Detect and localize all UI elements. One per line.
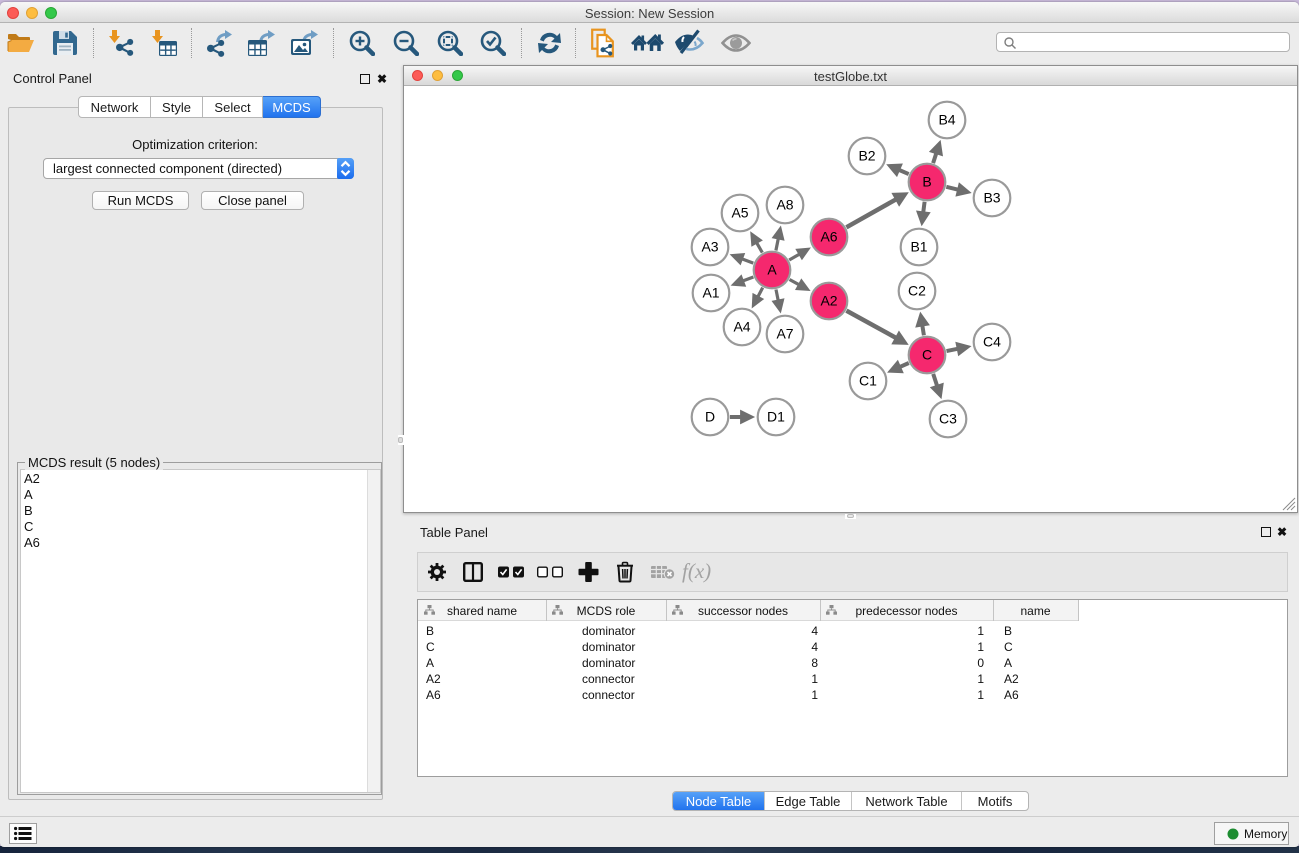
svg-text:A1: A1 — [702, 285, 719, 301]
svg-text:A: A — [767, 262, 777, 278]
svg-text:B4: B4 — [938, 112, 955, 128]
svg-text:A8: A8 — [776, 197, 793, 213]
svg-text:A4: A4 — [733, 319, 750, 335]
svg-text:C2: C2 — [908, 283, 926, 299]
svg-text:B2: B2 — [858, 148, 875, 164]
svg-text:A3: A3 — [701, 239, 718, 255]
svg-text:B: B — [922, 174, 931, 190]
svg-text:B3: B3 — [983, 190, 1000, 206]
svg-text:C1: C1 — [859, 373, 877, 389]
svg-text:A2: A2 — [820, 293, 837, 309]
svg-text:B1: B1 — [910, 239, 927, 255]
svg-text:D: D — [705, 409, 715, 425]
svg-text:C3: C3 — [939, 411, 957, 427]
svg-text:A5: A5 — [731, 205, 748, 221]
svg-text:D1: D1 — [767, 409, 785, 425]
svg-text:A6: A6 — [820, 229, 837, 245]
svg-text:C4: C4 — [983, 334, 1001, 350]
svg-text:C: C — [922, 347, 932, 363]
svg-text:A7: A7 — [776, 326, 793, 342]
